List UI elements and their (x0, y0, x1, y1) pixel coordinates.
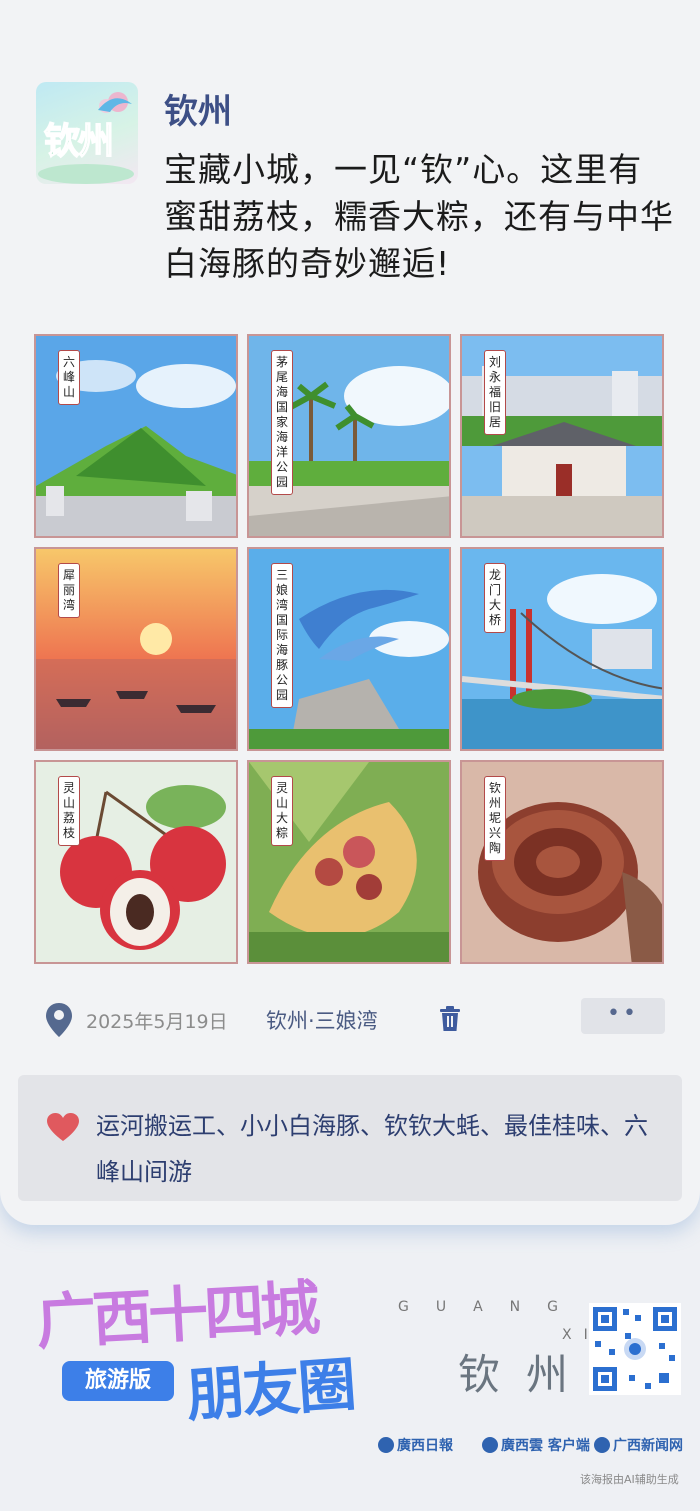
post-meta: 2025年5月19日 钦州·三娘湾 •• (0, 995, 700, 1045)
avatar[interactable]: 钦州 (36, 82, 138, 184)
photo-tile[interactable]: 灵山荔枝 (34, 760, 238, 964)
photo-label: 犀丽湾 (58, 563, 80, 618)
publisher-logo: 广西新闻网 (594, 1435, 683, 1455)
trash-icon[interactable] (438, 1005, 462, 1037)
publisher-logo: 廣西雲 客户端 (482, 1435, 590, 1455)
publisher-logo: 廣西日報 (378, 1435, 453, 1455)
photo-label: 茅尾海国家海洋公园 (271, 350, 293, 495)
edition-badge: 旅游版 (62, 1361, 174, 1401)
photo-label: 灵山大粽 (271, 776, 293, 846)
post-location[interactable]: 钦州·三娘湾 (266, 1005, 378, 1035)
photo-tile[interactable]: 刘永福旧居 (460, 334, 664, 538)
photo-tile[interactable]: 茅尾海国家海洋公园 (247, 334, 451, 538)
publisher-mark-icon (594, 1437, 610, 1453)
photo-label: 龙门大桥 (484, 563, 506, 633)
publisher-mark-icon (482, 1437, 498, 1453)
photo-tile[interactable]: 三娘湾国际海豚公园 (247, 547, 451, 751)
post-card: 钦州 钦州 宝藏小城，一见“钦”心。这里有蜜甜荔枝，糯香大粽，还有与中华白海豚的… (0, 0, 700, 1225)
photo-label: 灵山荔枝 (58, 776, 80, 846)
poster-footer: 广西十四城 旅游版 朋友圈 GUANG XI 钦州 廣西日報 廣西雲 客户端 广… (0, 1225, 700, 1511)
likes-list[interactable]: 运河搬运工、小小白海豚、钦钦大蚝、最佳桂味、六峰山间游 (96, 1103, 668, 1195)
publisher-logos: 廣西日報 廣西雲 客户端 广西新闻网 (378, 1433, 688, 1461)
photo-label: 三娘湾国际海豚公园 (271, 563, 293, 708)
photo-grid: 六峰山 茅尾海国家海洋公园 刘永福旧居 犀丽湾 三娘湾国际海豚公园 龙门大桥 灵… (34, 334, 664, 966)
photo-tile[interactable]: 六峰山 (34, 334, 238, 538)
photo-tile[interactable]: 犀丽湾 (34, 547, 238, 751)
avatar-text: 钦州 (43, 119, 115, 163)
post-date: 2025年5月19日 (86, 1011, 228, 1033)
location-pin-icon (44, 1001, 74, 1043)
post-text: 宝藏小城，一见“钦”心。这里有蜜甜荔枝，糯香大粽，还有与中华白海豚的奇妙邂逅! (164, 150, 674, 283)
author-name[interactable]: 钦州 (164, 84, 232, 133)
qr-code[interactable] (589, 1303, 681, 1395)
photo-label: 六峰山 (58, 350, 80, 405)
city-calligraphy: 钦州 (458, 1350, 595, 1399)
photo-tile[interactable]: 灵山大粽 (247, 760, 451, 964)
campaign-logo-subtitle: 朋友圈 (184, 1350, 357, 1430)
likes-section: 运河搬运工、小小白海豚、钦钦大蚝、最佳桂味、六峰山间游 (18, 1075, 682, 1201)
photo-tile[interactable]: 龙门大桥 (460, 547, 664, 751)
more-options-button[interactable]: •• (581, 998, 665, 1034)
publisher-mark-icon (378, 1437, 394, 1453)
region-letters-guang: GUANG (398, 1299, 585, 1315)
ai-generated-note: 该海报由AI辅助生成 (580, 1473, 679, 1486)
photo-label: 钦州坭兴陶 (484, 776, 506, 861)
photo-label: 刘永福旧居 (484, 350, 506, 435)
heart-icon (46, 1112, 80, 1146)
photo-tile[interactable]: 钦州坭兴陶 (460, 760, 664, 964)
